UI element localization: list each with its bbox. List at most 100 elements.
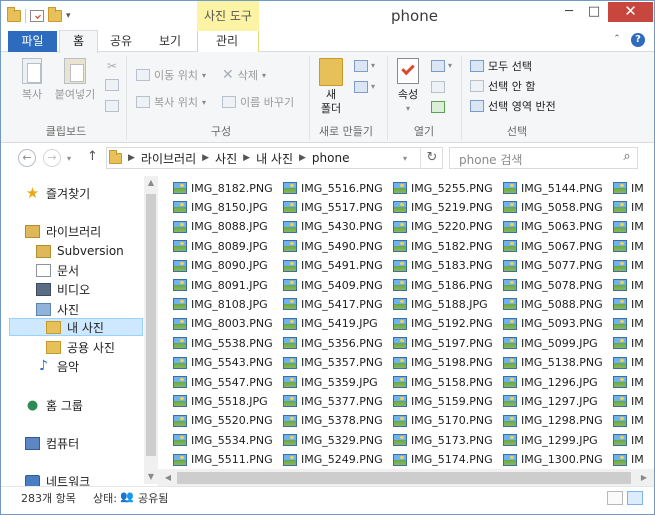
file-item[interactable]: IMG_5356.PNG <box>283 334 383 352</box>
forward-button[interactable]: → <box>43 149 61 167</box>
file-item[interactable]: IMG_1299.JPG <box>503 431 598 449</box>
collapse-ribbon-icon[interactable]: ⌃ <box>611 34 623 46</box>
history-icon[interactable] <box>431 101 445 113</box>
file-item[interactable]: IMG_5490.PNG <box>283 237 383 255</box>
file-item[interactable]: IMG_5543.PNG <box>173 354 273 372</box>
file-item[interactable]: IMG_8090.JPG <box>173 257 268 275</box>
tab-share[interactable]: 공유 <box>105 31 137 52</box>
file-item[interactable]: IMG_5491.PNG <box>283 257 383 275</box>
maximize-button[interactable]: □ <box>581 2 607 22</box>
details-view-button[interactable] <box>607 491 623 505</box>
file-item[interactable]: IMG_1298.PNG <box>503 412 603 430</box>
file-item[interactable]: IMG_5170.PNG <box>393 412 493 430</box>
breadcrumb-separator[interactable]: ▶ <box>299 153 306 163</box>
delete-button[interactable]: ✕ 삭제 ▾ <box>222 67 266 83</box>
file-item[interactable]: IM <box>613 315 644 333</box>
file-item[interactable]: IMG_1297.JPG <box>503 392 598 410</box>
file-item[interactable]: IM <box>613 218 644 236</box>
back-button[interactable]: ← <box>18 149 36 167</box>
easy-access-icon[interactable] <box>354 81 368 93</box>
file-item[interactable]: IMG_5547.PNG <box>173 373 273 391</box>
file-item[interactable]: IMG_5255.PNG <box>393 179 493 197</box>
file-item[interactable]: IMG_5174.PNG <box>393 451 493 469</box>
file-item[interactable]: IMG_5359.JPG <box>283 373 378 391</box>
breadcrumb-separator[interactable]: ▶ <box>202 153 209 163</box>
search-icon[interactable]: ⌕ <box>619 149 635 165</box>
scroll-right-icon[interactable]: ▶ <box>637 473 651 482</box>
nav-public-pictures[interactable]: 공용 사진 <box>46 338 115 356</box>
select-all-button[interactable]: 모두 선택 <box>470 58 532 74</box>
file-item[interactable]: IM <box>613 198 644 216</box>
copy-button[interactable]: 복사 <box>15 58 49 102</box>
new-folder-icon[interactable] <box>48 7 62 22</box>
tab-manage[interactable]: 관리 <box>211 31 243 52</box>
breadcrumb-separator[interactable]: ▶ <box>243 153 250 163</box>
close-button[interactable]: ✕ <box>608 2 653 22</box>
file-list-scrollbar-thumb[interactable] <box>177 472 631 484</box>
file-item[interactable]: IMG_5198.PNG <box>393 354 493 372</box>
address-history-icon[interactable]: ▾ <box>403 154 407 163</box>
file-item[interactable]: IM <box>613 431 644 449</box>
file-item[interactable]: IMG_5511.PNG <box>173 451 273 469</box>
file-item[interactable]: IMG_8182.PNG <box>173 179 273 197</box>
file-item[interactable]: IMG_5520.PNG <box>173 412 273 430</box>
nav-subversion[interactable]: Subversion <box>36 242 124 260</box>
customize-qat-icon[interactable]: ▾ <box>66 11 71 21</box>
file-item[interactable]: IMG_1296.JPG <box>503 373 598 391</box>
file-item[interactable]: IM <box>613 237 644 255</box>
large-icons-view-button[interactable] <box>627 491 643 505</box>
tab-file[interactable]: 파일 <box>8 31 57 52</box>
file-item[interactable]: IM <box>613 179 644 197</box>
nav-documents[interactable]: 문서 <box>36 261 79 279</box>
cut-icon[interactable]: ✂ <box>105 59 119 73</box>
file-item[interactable]: IMG_5219.PNG <box>393 198 493 216</box>
properties-icon[interactable] <box>30 10 44 22</box>
file-item[interactable]: IMG_5516.PNG <box>283 179 383 197</box>
file-item[interactable]: IMG_8088.JPG <box>173 218 268 236</box>
minimize-button[interactable]: ─ <box>556 2 582 22</box>
file-item[interactable]: IMG_5093.PNG <box>503 315 603 333</box>
file-item[interactable]: IM <box>613 334 644 352</box>
select-none-button[interactable]: 선택 안 함 <box>470 78 535 94</box>
properties-button[interactable]: 속성 ▾ <box>393 58 423 116</box>
file-item[interactable]: IMG_5067.PNG <box>503 237 603 255</box>
file-item[interactable]: IMG_5534.PNG <box>173 431 273 449</box>
file-item[interactable]: IMG_8091.JPG <box>173 276 268 294</box>
breadcrumb-phone[interactable]: phone <box>312 151 350 165</box>
breadcrumb-pictures[interactable]: 사진 <box>215 150 237 167</box>
file-item[interactable]: IMG_5183.PNG <box>393 257 493 275</box>
search-input[interactable]: phone 검색 <box>459 151 522 168</box>
file-item[interactable]: IM <box>613 354 644 372</box>
new-item-icon[interactable] <box>354 60 368 72</box>
file-item[interactable]: IMG_5220.PNG <box>393 218 493 236</box>
file-item[interactable]: IMG_8089.JPG <box>173 237 268 255</box>
file-item[interactable]: IM <box>613 412 644 430</box>
file-item[interactable]: IMG_5192.PNG <box>393 315 493 333</box>
invert-selection-button[interactable]: 선택 영역 반전 <box>470 98 556 114</box>
file-item[interactable]: IMG_5538.PNG <box>173 334 273 352</box>
file-item[interactable]: IM <box>613 276 644 294</box>
nav-homegroup[interactable]: ● 홈 그룹 <box>25 396 83 414</box>
new-folder-button[interactable]: 새 폴더 <box>315 58 347 116</box>
file-item[interactable]: IMG_5063.PNG <box>503 218 603 236</box>
breadcrumb-separator[interactable]: ▶ <box>128 153 135 163</box>
nav-favorites[interactable]: ★ 즐겨찾기 <box>25 184 90 202</box>
file-item[interactable]: IMG_5058.PNG <box>503 198 603 216</box>
file-item[interactable]: IMG_5517.PNG <box>283 198 383 216</box>
file-item[interactable]: IMG_5417.PNG <box>283 295 383 313</box>
up-button[interactable]: ↑ <box>87 149 98 164</box>
file-item[interactable]: IMG_5159.PNG <box>393 392 493 410</box>
file-item[interactable]: IMG_5329.PNG <box>283 431 383 449</box>
file-item[interactable]: IMG_5188.JPG <box>393 295 488 313</box>
scroll-left-icon[interactable]: ◀ <box>161 473 175 482</box>
file-item[interactable]: IM <box>613 295 644 313</box>
nav-scrollbar-thumb[interactable] <box>146 194 156 456</box>
breadcrumb-libraries[interactable]: 라이브러리 <box>141 150 196 167</box>
nav-my-pictures[interactable]: 내 사진 <box>9 318 143 336</box>
file-item[interactable]: IMG_1300.PNG <box>503 451 603 469</box>
file-item[interactable]: IM <box>613 451 644 469</box>
scroll-up-icon[interactable]: ▲ <box>144 178 158 187</box>
nav-music[interactable]: ♪ 음악 <box>36 357 79 375</box>
copy-path-icon[interactable] <box>105 79 119 91</box>
file-item[interactable]: IM <box>613 392 644 410</box>
